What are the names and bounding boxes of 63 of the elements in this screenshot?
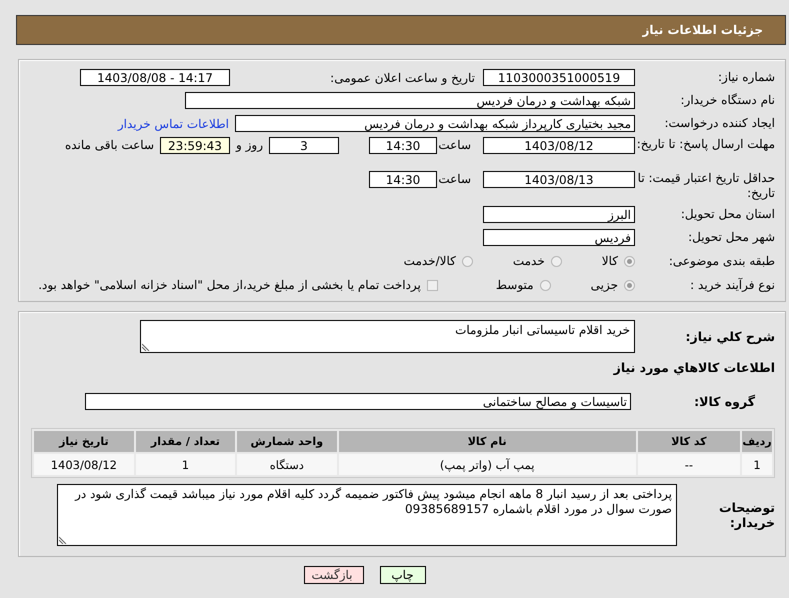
field-label: شرح كلي نياز: — [684, 329, 775, 344]
buyer-contact-link[interactable]: اطلاعات تماس خریدار — [118, 116, 229, 130]
field-label: نام دستگاه خریدار: — [680, 93, 775, 108]
field-label: طبقه بندی موضوعی: — [668, 254, 775, 268]
remaining-time-field: 23:59:43 — [160, 137, 230, 154]
field-label: ساعت — [437, 171, 471, 188]
validity-date-field: 1403/08/13 — [483, 171, 635, 188]
field-label: استان محل تحویل: — [680, 207, 775, 222]
table-cell: دستگاه — [237, 454, 336, 475]
buyer-org-field: شبکه بهداشت و درمان فردیس — [185, 92, 635, 109]
radio-button[interactable] — [624, 256, 635, 266]
field-label: تاریخ و ساعت اعلان عمومی: — [329, 70, 475, 84]
column-header: کد کالا — [638, 431, 740, 452]
column-header: تعداد / مقدار — [136, 431, 236, 452]
checkbox-label: پرداخت تمام یا بخشی از مبلغ خرید،از محل "اسناد خزانه اسلامی" خواهد بود. — [38, 278, 421, 292]
radio-button[interactable] — [624, 280, 635, 290]
radio-label: جزیی — [590, 278, 618, 292]
buyer-notes-field: پرداختی بعد از رسید انبار 8 ماهه انجام میشود پیش فاکتور ضمیمه گردد کلیه اقلام مورد نیاز میباشد قیمت گذاری شود در صورت سوال در مورد اقلام باشماره 09385689157 — [57, 484, 677, 546]
field-label: ساعت باقی مانده — [64, 137, 154, 154]
field-label: مهلت ارسال پاسخ: تا تاریخ: — [636, 137, 775, 152]
table-cell: 1403/08/12 — [34, 454, 134, 475]
column-header: واحد شمارش — [237, 431, 336, 452]
deadline-time-field: 14:30 — [369, 137, 437, 154]
need-number-field: 1103000351000519 — [483, 69, 635, 86]
field-label: حداقل تاریخ اعتبار قیمت: تا تاریخ: — [636, 171, 775, 201]
table-cell: 1 — [742, 454, 772, 475]
table-cell: -- — [638, 454, 740, 475]
back-button[interactable]: بازگشت — [304, 566, 364, 584]
column-header: نام کالا — [338, 431, 636, 452]
section-title: اطلاعات كالاهاي مورد نياز — [612, 360, 775, 377]
goods-group-field: تاسیسات و مصالح ساختمانی — [85, 393, 631, 410]
radio-button[interactable] — [462, 256, 473, 266]
province-field: البرز — [483, 206, 635, 223]
radio-button[interactable] — [550, 256, 562, 266]
validity-time-field: 14:30 — [369, 171, 437, 188]
table-cell: 1 — [136, 454, 236, 475]
requester-field: مجید بختیاری کارپرداز شبکه بهداشت و درمان فردیس — [235, 115, 635, 132]
field-label: ایجاد کننده درخواست: — [663, 116, 775, 131]
field-label: روز و — [236, 137, 263, 154]
field-label: گروه کالا: — [693, 394, 756, 409]
table-cell: پمپ آب (واتر پمپ) — [338, 454, 636, 475]
page-title: جزئیات اطلاعات نیاز — [642, 23, 763, 37]
column-header: ردیف — [742, 431, 772, 452]
deadline-date-field: 1403/08/12 — [483, 137, 635, 154]
radio-label: متوسط — [496, 278, 534, 292]
days-field: 3 — [269, 137, 339, 154]
resize-grip-icon — [59, 536, 67, 544]
announce-date-field: 1403/08/08 - 14:17 — [80, 69, 230, 86]
field-label: نوع فرآیند خرید : — [689, 278, 775, 292]
radio-label: کالا — [602, 254, 618, 268]
radio-button[interactable] — [540, 280, 551, 290]
resize-grip-icon — [142, 343, 150, 351]
city-field: فردیس — [483, 229, 635, 246]
field-label: توضیحات خریدار: — [718, 500, 775, 530]
field-label: ساعت — [437, 137, 471, 154]
field-label: شهر محل تحویل: — [687, 230, 775, 245]
field-label: شماره نیاز: — [717, 70, 775, 85]
column-header: تاریخ نیاز — [34, 431, 134, 452]
checkbox[interactable] — [426, 280, 438, 290]
radio-label: کالا/خدمت — [404, 254, 456, 268]
description-field: خرید اقلام تاسیساتی انبار ملزومات — [140, 320, 635, 353]
print-button[interactable]: چاپ — [380, 566, 426, 584]
radio-label: خدمت — [512, 254, 545, 268]
